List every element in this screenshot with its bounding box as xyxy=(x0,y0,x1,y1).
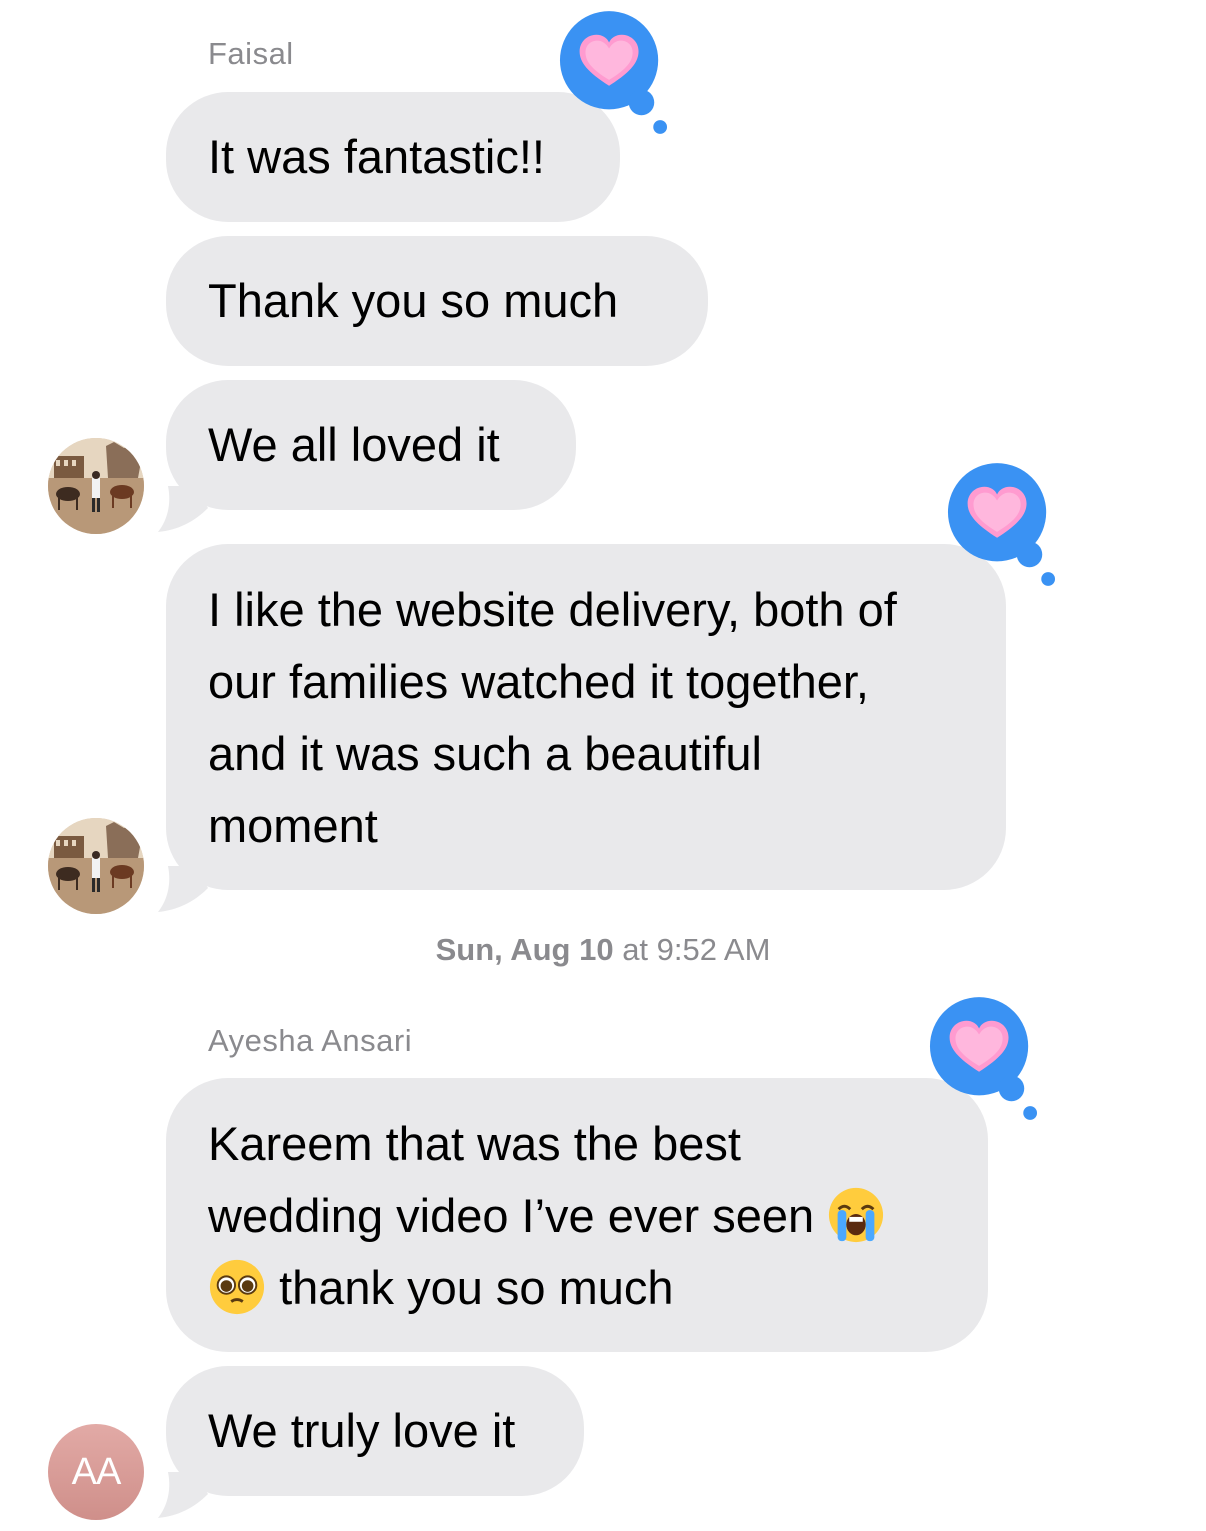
message-text: Thank you so much xyxy=(208,274,619,327)
message-bubble[interactable]: Kareem that was the best wedding video I… xyxy=(166,1078,988,1352)
pleading-face-emoji xyxy=(209,1259,265,1314)
avatar[interactable]: AA xyxy=(48,1424,144,1520)
avatar[interactable] xyxy=(48,438,144,534)
avatar-photo xyxy=(48,818,144,914)
loudly-crying-face-emoji xyxy=(829,1187,884,1242)
message-bubble[interactable]: We truly love it xyxy=(158,1366,584,1518)
avatar[interactable] xyxy=(48,818,144,914)
timestamp-time: 9:52 AM xyxy=(656,932,771,967)
heart-tapback-icon[interactable] xyxy=(928,994,1038,1124)
sender-name: Ayesha Ansari xyxy=(208,1023,413,1058)
message-bubble[interactable]: I like the website delivery, both of our… xyxy=(158,544,1006,912)
message-text: We all loved it xyxy=(208,418,500,471)
message-text: We truly love it xyxy=(208,1404,516,1457)
bubble-tail xyxy=(158,486,208,532)
message-line: I like the website delivery, both of xyxy=(208,583,897,636)
avatar-initials: AA xyxy=(71,1450,122,1493)
bubble-tail xyxy=(158,866,208,912)
message-text: It was fantastic!! xyxy=(208,130,545,183)
avatar-photo xyxy=(48,438,144,534)
message-line: and it was such a beautiful xyxy=(208,727,762,780)
message-line: Kareem that was the best xyxy=(208,1117,741,1170)
timestamp: Sun, Aug 10 at 9:52 AM xyxy=(0,932,1206,968)
bubble-tail xyxy=(158,1472,208,1518)
message-line-text: wedding video I’ve ever seen xyxy=(208,1189,815,1242)
message-line: thank you so much xyxy=(208,1252,946,1324)
message-bubble[interactable]: It was fantastic!! xyxy=(166,92,620,222)
timestamp-day: Sun, Aug 10 xyxy=(435,932,614,967)
message-bubble[interactable]: Thank you so much xyxy=(166,236,708,366)
heart-tapback-icon[interactable] xyxy=(946,460,1056,590)
sender-name: Faisal xyxy=(208,36,294,71)
timestamp-at: at xyxy=(622,932,649,967)
message-line: moment xyxy=(208,799,378,852)
message-bubble[interactable]: We all loved it xyxy=(158,380,576,532)
message-line: wedding video I’ve ever seen xyxy=(208,1180,946,1252)
message-line: our families watched it together, xyxy=(208,655,869,708)
message-line-text: thank you so much xyxy=(279,1261,674,1314)
heart-tapback-icon[interactable] xyxy=(558,8,668,138)
